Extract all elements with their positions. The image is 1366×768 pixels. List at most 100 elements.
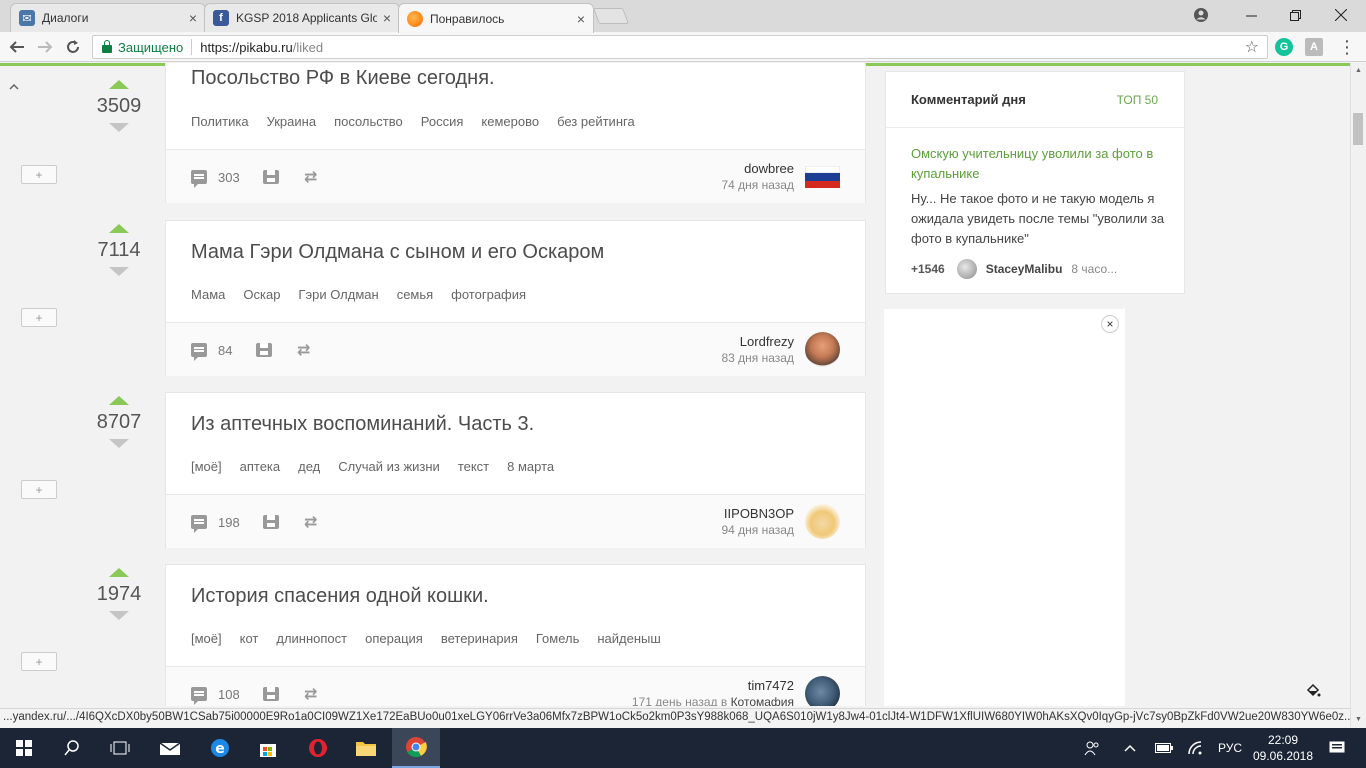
vote-up-icon[interactable] — [109, 80, 129, 89]
tag[interactable]: Гэри Олдман — [298, 287, 378, 302]
start-windows-icon[interactable] — [0, 728, 48, 768]
tag[interactable]: операция — [365, 631, 423, 646]
tag[interactable]: Гомель — [536, 631, 580, 646]
restore-icon[interactable] — [1272, 0, 1318, 30]
tag[interactable]: Оскар — [243, 287, 280, 302]
tag[interactable]: Мама — [191, 287, 225, 302]
close-icon[interactable]: × — [577, 11, 585, 27]
tag[interactable]: посольство — [334, 114, 403, 129]
repost-icon[interactable]: ⇄ — [304, 167, 324, 186]
avatar[interactable] — [956, 259, 977, 279]
profile-icon[interactable] — [1178, 0, 1224, 30]
story-title[interactable]: Мама Гэри Олдмана с сыном и его Оскаром — [191, 241, 604, 264]
tag[interactable]: 8 марта — [507, 459, 554, 474]
back-icon[interactable] — [6, 36, 28, 58]
tag[interactable]: кот — [240, 631, 259, 646]
avatar[interactable] — [805, 166, 840, 188]
store-icon[interactable] — [244, 728, 292, 768]
tag[interactable]: Политика — [191, 114, 249, 129]
tag[interactable]: Украина — [267, 114, 317, 129]
save-icon[interactable] — [263, 515, 279, 529]
expand-button[interactable]: + — [21, 308, 57, 327]
scroll-top-icon[interactable] — [9, 81, 19, 93]
vote-up-icon[interactable] — [109, 224, 129, 233]
forward-icon[interactable] — [34, 36, 56, 58]
vote-up-icon[interactable] — [109, 568, 129, 577]
avatar[interactable] — [805, 332, 840, 367]
bookmark-star-icon[interactable]: ☆ — [1245, 37, 1259, 57]
story-title[interactable]: Посольство РФ в Киеве сегодня. — [191, 67, 495, 90]
tag[interactable]: без рейтинга — [557, 114, 635, 129]
close-icon[interactable]: × — [1101, 315, 1119, 333]
comment-author[interactable]: StaceyMalibu — [986, 262, 1063, 276]
save-icon[interactable] — [256, 343, 272, 357]
comments-icon[interactable] — [191, 170, 207, 188]
author-name[interactable]: IIPOBN3OP — [724, 506, 794, 521]
comments-count[interactable]: 108 — [218, 687, 240, 702]
people-icon[interactable] — [1080, 728, 1104, 768]
tag[interactable]: аптека — [240, 459, 281, 474]
author-name[interactable]: tim7472 — [748, 678, 794, 693]
tab-liked[interactable]: Понравилось × — [398, 3, 594, 33]
mail-icon[interactable] — [146, 728, 194, 768]
address-bar[interactable]: Защищено https://pikabu.ru/liked ☆ — [92, 35, 1268, 59]
repost-icon[interactable]: ⇄ — [304, 512, 324, 531]
vote-down-icon[interactable] — [109, 123, 129, 132]
vote-down-icon[interactable] — [109, 439, 129, 448]
grammarly-icon[interactable]: G — [1275, 38, 1293, 56]
vote-up-icon[interactable] — [109, 396, 129, 405]
tag[interactable]: фотография — [451, 287, 526, 302]
top50-link[interactable]: ТОП 50 — [1117, 93, 1158, 107]
chrome-icon[interactable] — [392, 728, 440, 768]
opera-icon[interactable] — [294, 728, 342, 768]
search-icon[interactable] — [48, 728, 96, 768]
tag[interactable]: ветеринария — [441, 631, 518, 646]
comments-icon[interactable] — [191, 343, 207, 361]
tag[interactable]: [моё] — [191, 459, 222, 474]
story-title[interactable]: История спасения одной кошки. — [191, 585, 489, 608]
tag[interactable]: найденыш — [597, 631, 660, 646]
language-indicator[interactable]: РУС — [1214, 728, 1246, 768]
comments-count[interactable]: 198 — [218, 515, 240, 530]
expand-button[interactable]: + — [21, 480, 57, 499]
task-view-icon[interactable] — [96, 728, 144, 768]
scroll-up-arrow-icon[interactable]: ▲ — [1355, 67, 1362, 74]
paint-bucket-icon[interactable] — [1305, 683, 1321, 704]
save-icon[interactable] — [263, 170, 279, 184]
tag[interactable]: Россия — [421, 114, 464, 129]
tag[interactable]: семья — [397, 287, 433, 302]
scrollbar-thumb[interactable] — [1353, 113, 1363, 145]
close-window-icon[interactable] — [1318, 0, 1364, 30]
tab-dialogs[interactable]: ✉ Диалоги × — [10, 3, 206, 32]
close-icon[interactable]: × — [189, 10, 197, 26]
battery-icon[interactable] — [1152, 728, 1176, 768]
chevron-up-icon[interactable] — [1118, 728, 1142, 768]
vertical-scrollbar[interactable]: ▲ ▼ — [1350, 63, 1366, 727]
avatar[interactable] — [805, 504, 840, 539]
expand-button[interactable]: + — [21, 652, 57, 671]
vote-down-icon[interactable] — [109, 611, 129, 620]
repost-icon[interactable]: ⇄ — [304, 684, 324, 703]
close-icon[interactable]: × — [383, 10, 391, 26]
tag[interactable]: длиннопост — [276, 631, 347, 646]
edge-icon[interactable]: e — [196, 728, 244, 768]
tag[interactable]: дед — [298, 459, 320, 474]
comments-count[interactable]: 84 — [218, 343, 232, 358]
wifi-icon[interactable] — [1184, 728, 1208, 768]
comments-icon[interactable] — [191, 515, 207, 533]
comments-count[interactable]: 303 — [218, 170, 240, 185]
system-clock[interactable]: 22:09 09.06.2018 — [1246, 732, 1320, 764]
author-name[interactable]: Lordfrezy — [740, 334, 794, 349]
community-link[interactable]: Котомафия — [731, 695, 794, 706]
author-name[interactable]: dowbree — [744, 161, 794, 176]
notifications-icon[interactable] — [1322, 728, 1352, 768]
scroll-down-arrow-icon[interactable]: ▼ — [1355, 716, 1362, 723]
tab-kgsp[interactable]: f KGSP 2018 Applicants Glo × — [204, 3, 400, 32]
minimize-icon[interactable] — [1228, 0, 1274, 30]
comments-icon[interactable] — [191, 687, 207, 705]
vote-down-icon[interactable] — [109, 267, 129, 276]
new-tab-button[interactable] — [593, 8, 629, 24]
comment-post-link[interactable]: Омскую учительницу уволили за фото в куп… — [911, 144, 1166, 184]
pdf-extension-icon[interactable]: A — [1305, 38, 1323, 56]
file-explorer-icon[interactable] — [342, 728, 390, 768]
